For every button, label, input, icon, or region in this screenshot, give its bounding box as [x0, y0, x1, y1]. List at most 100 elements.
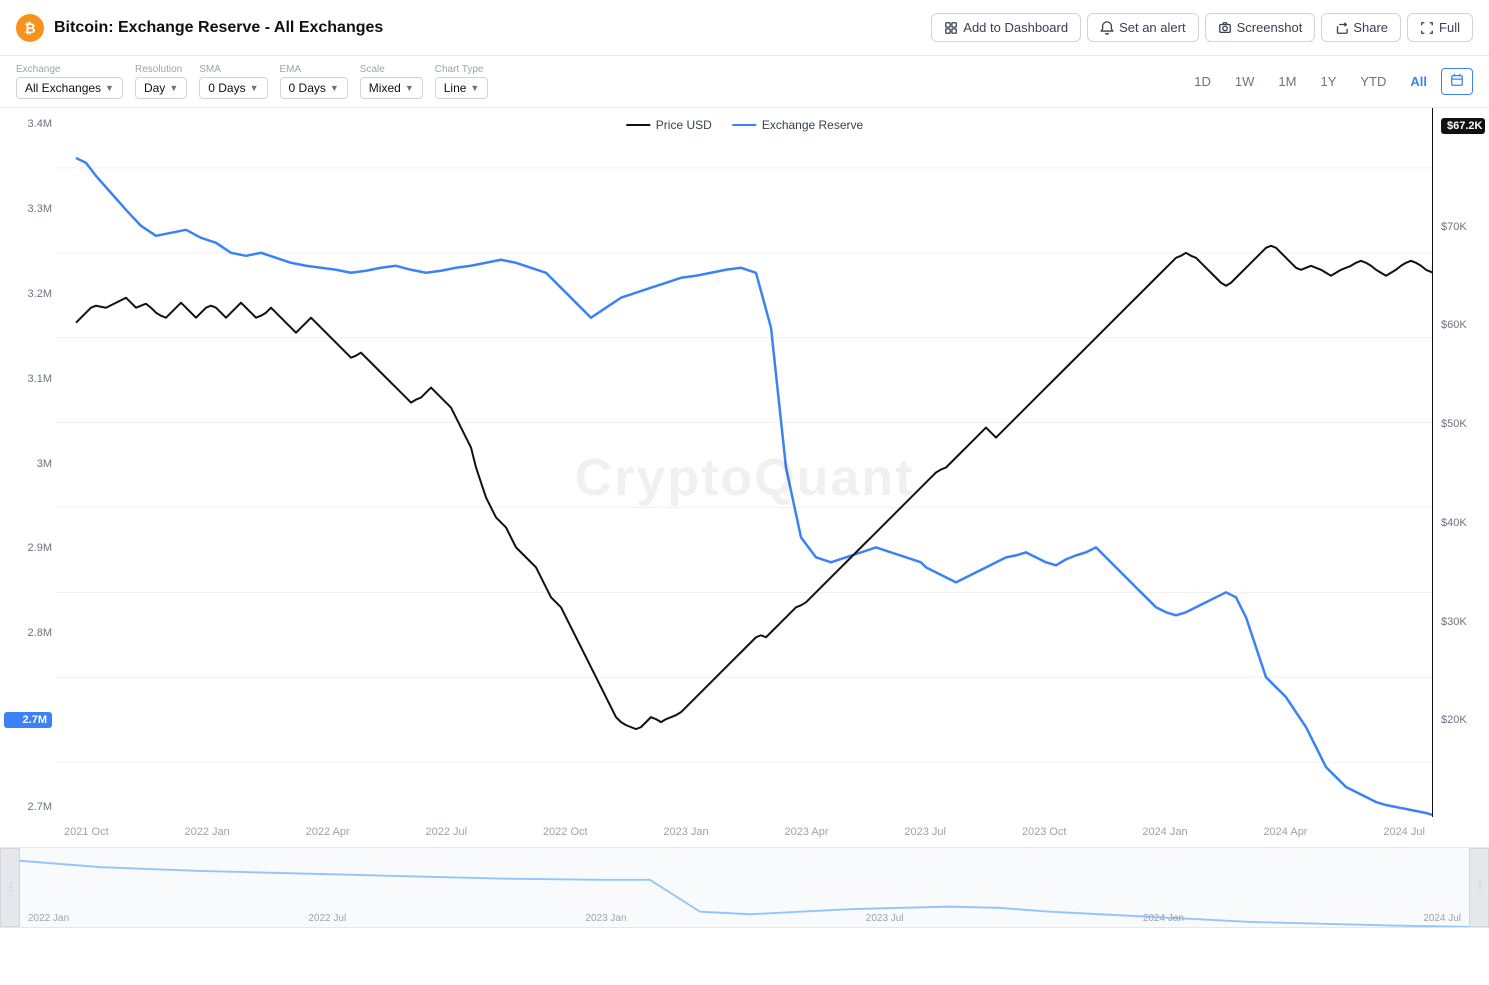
y-axis-left: 3.4M 3.3M 3.2M 3.1M 3M 2.9M 2.8M 2.7M 2.… — [0, 108, 56, 817]
resolution-group: Resolution Day ▼ — [135, 64, 187, 99]
chart-type-select[interactable]: Line ▼ — [435, 77, 489, 99]
minimap-x-2023jul: 2023 Jul — [866, 913, 904, 924]
y-left-label-27m-bottom: 2.7M — [4, 801, 52, 813]
handle-icon-left: ⋮ — [6, 882, 14, 893]
exchange-label: Exchange — [16, 64, 123, 75]
chart-svg-area — [56, 108, 1433, 817]
calendar-icon — [1450, 73, 1464, 87]
sma-select[interactable]: 0 Days ▼ — [199, 77, 267, 99]
y-left-label-34m: 3.4M — [4, 118, 52, 130]
fullscreen-icon — [1420, 21, 1434, 35]
x-label-2022jan: 2022 Jan — [184, 826, 229, 838]
chevron-down-icon: ▼ — [330, 83, 339, 93]
ema-label: EMA — [280, 64, 348, 75]
chevron-down-icon: ▼ — [405, 83, 414, 93]
minimap-left-handle[interactable]: ⋮ — [0, 848, 20, 927]
y-right-label-30k: $30K — [1441, 616, 1485, 628]
camera-icon — [1218, 21, 1232, 35]
sma-label: SMA — [199, 64, 267, 75]
scale-label: Scale — [360, 64, 423, 75]
add-to-dashboard-button[interactable]: Add to Dashboard — [931, 13, 1081, 42]
x-axis: 2021 Oct 2022 Jan 2022 Apr 2022 Jul 2022… — [56, 817, 1433, 847]
x-label-2023oct: 2023 Oct — [1022, 826, 1067, 838]
header-left: ₿ Bitcoin: Exchange Reserve - All Exchan… — [16, 14, 383, 42]
time-1m-button[interactable]: 1M — [1268, 70, 1306, 93]
time-range-controls: 1D 1W 1M 1Y YTD All — [1184, 68, 1473, 95]
legend-price-label: Price USD — [656, 118, 712, 132]
exchange-reserve-chart-line — [76, 158, 1433, 815]
chart-type-label: Chart Type — [435, 64, 489, 75]
time-1w-button[interactable]: 1W — [1225, 70, 1265, 93]
y-right-label-20k: $20K — [1441, 714, 1485, 726]
set-alert-button[interactable]: Set an alert — [1087, 13, 1199, 42]
exchange-reserve-line-indicator — [732, 124, 756, 126]
exchange-group: Exchange All Exchanges ▼ — [16, 64, 123, 99]
page-title: Bitcoin: Exchange Reserve - All Exchange… — [54, 19, 383, 37]
minimap-x-2023jan: 2023 Jan — [585, 913, 626, 924]
chart-container: Price USD Exchange Reserve 3.4M 3.3M 3.2… — [0, 108, 1489, 848]
chart-type-group: Chart Type Line ▼ — [435, 64, 489, 99]
current-price-badge: $67.2K — [1441, 118, 1485, 134]
x-label-2022oct: 2022 Oct — [543, 826, 588, 838]
resolution-label: Resolution — [135, 64, 187, 75]
bell-icon — [1100, 21, 1114, 35]
x-label-2022apr: 2022 Apr — [306, 826, 350, 838]
y-left-label-3m: 3M — [4, 458, 52, 470]
y-left-label-29m: 2.9M — [4, 542, 52, 554]
chevron-down-icon: ▼ — [470, 83, 479, 93]
chevron-down-icon: ▼ — [105, 83, 114, 93]
time-all-button[interactable]: All — [1400, 70, 1437, 93]
cursor-line — [1432, 108, 1433, 817]
minimap-x-2024jan: 2024 Jan — [1143, 913, 1184, 924]
y-left-label-28m: 2.8M — [4, 627, 52, 639]
x-label-2023jul: 2023 Jul — [904, 826, 946, 838]
price-usd-chart-line — [76, 246, 1433, 729]
full-button[interactable]: Full — [1407, 13, 1473, 42]
scale-select[interactable]: Mixed ▼ — [360, 77, 423, 99]
minimap[interactable]: ⋮ ⋮ 2022 Jan 2022 Jul 2023 Jan 2023 Jul … — [0, 848, 1489, 928]
price-usd-line-indicator — [626, 124, 650, 126]
header-right: Add to Dashboard Set an alert Screenshot… — [931, 13, 1473, 42]
minimap-x-axis: 2022 Jan 2022 Jul 2023 Jan 2023 Jul 2024… — [20, 909, 1469, 927]
calendar-button[interactable] — [1441, 68, 1473, 95]
chevron-down-icon: ▼ — [250, 83, 259, 93]
screenshot-button[interactable]: Screenshot — [1205, 13, 1316, 42]
handle-icon-right: ⋮ — [1475, 882, 1483, 893]
share-icon — [1334, 21, 1348, 35]
y-right-label-40k: $40K — [1441, 517, 1485, 529]
btc-icon: ₿ — [16, 14, 44, 42]
minimap-x-2024jul: 2024 Jul — [1423, 913, 1461, 924]
toolbar: Exchange All Exchanges ▼ Resolution Day … — [0, 56, 1489, 108]
x-label-2024jan: 2024 Jan — [1142, 826, 1187, 838]
x-label-2021oct: 2021 Oct — [64, 826, 109, 838]
chart-svg — [56, 108, 1433, 817]
minimap-right-handle[interactable]: ⋮ — [1469, 848, 1489, 927]
y-left-label-27m-highlight: 2.7M — [4, 712, 52, 728]
y-left-label-33m: 3.3M — [4, 203, 52, 215]
ema-group: EMA 0 Days ▼ — [280, 64, 348, 99]
chevron-down-icon: ▼ — [169, 83, 178, 93]
sma-group: SMA 0 Days ▼ — [199, 64, 267, 99]
y-right-label-60k: $60K — [1441, 319, 1485, 331]
legend-price-usd: Price USD — [626, 118, 712, 132]
legend-exchange-reserve: Exchange Reserve — [732, 118, 863, 132]
time-1y-button[interactable]: 1Y — [1310, 70, 1346, 93]
header: ₿ Bitcoin: Exchange Reserve - All Exchan… — [0, 0, 1489, 56]
y-right-label-70k: $70K — [1441, 221, 1485, 233]
x-label-2024jul: 2024 Jul — [1383, 826, 1425, 838]
dashboard-icon — [944, 21, 958, 35]
y-left-label-32m: 3.2M — [4, 288, 52, 300]
x-label-2023jan: 2023 Jan — [663, 826, 708, 838]
x-label-2024apr: 2024 Apr — [1263, 826, 1307, 838]
y-right-label-50k: $50K — [1441, 418, 1485, 430]
exchange-select[interactable]: All Exchanges ▼ — [16, 77, 123, 99]
y-axis-right: $67.2K $70K $60K $50K $40K $30K $20K — [1433, 108, 1489, 817]
minimap-x-2022jul: 2022 Jul — [308, 913, 346, 924]
y-left-label-31m: 3.1M — [4, 373, 52, 385]
share-button[interactable]: Share — [1321, 13, 1401, 42]
time-1d-button[interactable]: 1D — [1184, 70, 1221, 93]
resolution-select[interactable]: Day ▼ — [135, 77, 187, 99]
time-ytd-button[interactable]: YTD — [1350, 70, 1396, 93]
legend-reserve-label: Exchange Reserve — [762, 118, 863, 132]
ema-select[interactable]: 0 Days ▼ — [280, 77, 348, 99]
